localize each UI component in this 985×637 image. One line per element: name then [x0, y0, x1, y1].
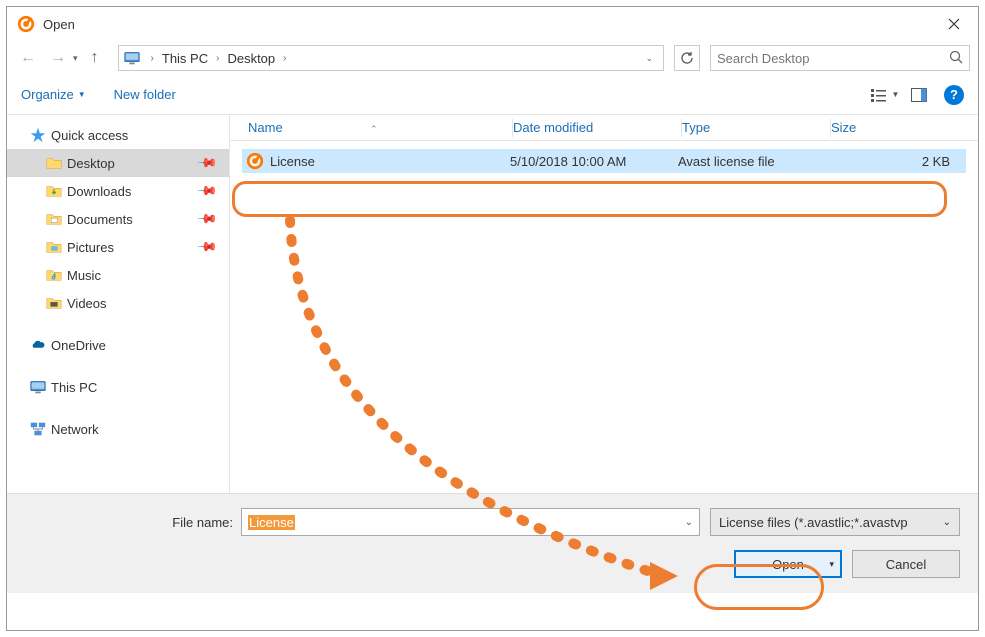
column-size[interactable]: Size [831, 120, 929, 135]
pin-icon: 📌 [196, 180, 219, 203]
avast-icon [17, 15, 35, 33]
help-button[interactable]: ? [944, 85, 964, 105]
network-icon [29, 420, 47, 438]
pin-icon: 📌 [196, 208, 219, 231]
sidebar-item-network[interactable]: Network [7, 415, 229, 443]
column-date[interactable]: Date modified [513, 120, 681, 135]
file-name-dropdown[interactable]: ⌄ [685, 517, 693, 528]
close-button[interactable] [934, 10, 974, 38]
dialog-title: Open [43, 17, 934, 32]
sidebar-label: OneDrive [51, 338, 106, 353]
forward-button[interactable]: → [45, 45, 71, 71]
breadcrumb-dropdown[interactable]: ⌄ [639, 53, 659, 64]
sidebar-item-music[interactable]: Music [7, 261, 229, 289]
back-button[interactable]: ← [15, 45, 41, 71]
column-name[interactable]: Name⌃ [230, 120, 512, 135]
navigation-row: ← → ▾ ↑ › This PC › Desktop › ⌄ [7, 41, 978, 75]
sidebar-item-pictures[interactable]: Pictures 📌 [7, 233, 229, 261]
dialog-footer: File name: License ⌄ License files (*.av… [7, 493, 978, 593]
file-type: Avast license file [678, 154, 826, 169]
chevron-right-icon: › [277, 53, 292, 64]
file-list-pane: Name⌃ Date modified Type Size License 5/… [230, 115, 978, 493]
refresh-button[interactable] [674, 45, 700, 71]
history-dropdown[interactable]: ▾ [73, 53, 78, 64]
sidebar-label: Pictures [67, 240, 114, 255]
search-icon [949, 50, 963, 67]
file-name-value: License [248, 515, 295, 530]
sidebar-label: This PC [51, 380, 97, 395]
star-icon [29, 126, 47, 144]
file-name-input[interactable]: License ⌄ [241, 508, 700, 536]
sidebar-item-onedrive[interactable]: OneDrive [7, 331, 229, 359]
onedrive-icon [29, 336, 47, 354]
sidebar-label: Desktop [67, 156, 115, 171]
breadcrumb-bar[interactable]: › This PC › Desktop › ⌄ [118, 45, 664, 71]
chevron-right-icon: › [145, 53, 160, 64]
column-headers: Name⌃ Date modified Type Size [230, 115, 978, 141]
navigation-pane: Quick access Desktop 📌 Downloads 📌 Docum… [7, 115, 230, 493]
chevron-right-icon: › [210, 53, 225, 64]
sidebar-item-documents[interactable]: Documents 📌 [7, 205, 229, 233]
sidebar-item-videos[interactable]: Videos [7, 289, 229, 317]
folder-icon [45, 266, 63, 284]
sidebar-label: Downloads [67, 184, 131, 199]
sidebar-label: Network [51, 422, 99, 437]
folder-icon [45, 182, 63, 200]
sidebar-item-this-pc[interactable]: This PC [7, 373, 229, 401]
folder-icon [45, 210, 63, 228]
title-bar: Open [7, 7, 978, 41]
avast-file-icon [246, 152, 264, 170]
open-button[interactable]: Open ▾ [734, 550, 842, 578]
pin-icon: 📌 [196, 152, 219, 175]
new-folder-button[interactable]: New folder [114, 87, 176, 102]
file-size: 2 KB [826, 154, 966, 169]
sidebar-label: Videos [67, 296, 107, 311]
pin-icon: 📌 [196, 236, 219, 259]
crumb-this-pc[interactable]: This PC [160, 51, 210, 66]
search-input[interactable] [717, 51, 949, 66]
folder-icon [45, 238, 63, 256]
filter-text: License files (*.avastlic;*.avastvp [719, 515, 908, 530]
organize-menu[interactable]: Organize▼ [21, 87, 86, 102]
folder-icon [45, 294, 63, 312]
file-type-filter[interactable]: License files (*.avastlic;*.avastvp ⌄ [710, 508, 960, 536]
chevron-down-icon: ⌄ [943, 517, 951, 528]
open-split-dropdown[interactable]: ▾ [829, 559, 834, 570]
file-date: 5/10/2018 10:00 AM [510, 154, 678, 169]
sidebar-item-quick-access[interactable]: Quick access [7, 121, 229, 149]
this-pc-icon [29, 378, 47, 396]
column-type[interactable]: Type [682, 120, 830, 135]
sidebar-label: Music [67, 268, 101, 283]
toolbar: Organize▼ New folder ▼ ? [7, 75, 978, 115]
sidebar-item-desktop[interactable]: Desktop 📌 [7, 149, 229, 177]
sidebar-item-downloads[interactable]: Downloads 📌 [7, 177, 229, 205]
sidebar-label: Quick access [51, 128, 128, 143]
search-box[interactable] [710, 45, 970, 71]
sort-indicator-icon: ⌃ [370, 124, 378, 135]
sidebar-label: Documents [67, 212, 133, 227]
preview-pane-button[interactable] [902, 82, 936, 108]
file-name-label: File name: [25, 515, 241, 530]
up-button[interactable]: ↑ [82, 45, 108, 71]
file-row-license[interactable]: License 5/10/2018 10:00 AM Avast license… [242, 149, 966, 173]
folder-icon [45, 154, 63, 172]
file-name: License [270, 154, 315, 169]
this-pc-icon [123, 49, 141, 67]
view-options-button[interactable]: ▼ [868, 82, 902, 108]
crumb-desktop[interactable]: Desktop [225, 51, 277, 66]
cancel-button[interactable]: Cancel [852, 550, 960, 578]
